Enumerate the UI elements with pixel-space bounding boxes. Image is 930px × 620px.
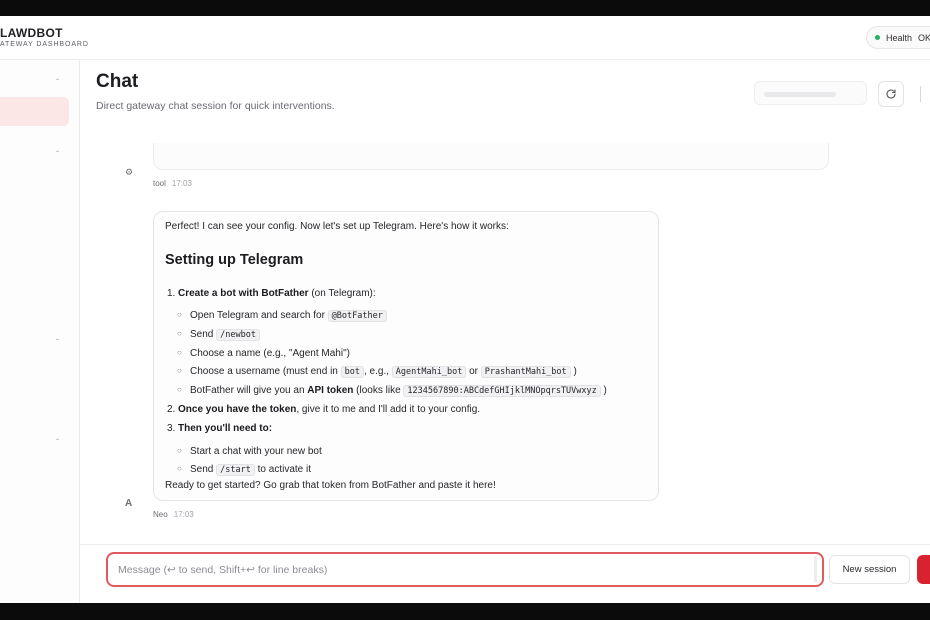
brand-subtitle: ATEWAY DASHBOARD	[0, 41, 89, 48]
new-session-button[interactable]: New session	[829, 555, 910, 584]
text: or	[466, 366, 481, 377]
inline-code: /newbot	[216, 329, 260, 341]
sidebar: - - - -	[0, 60, 80, 603]
health-label: Health	[886, 32, 913, 43]
step-rest: (on Telegram):	[308, 288, 376, 299]
step-number: 3.	[167, 423, 176, 434]
text: BotFather will give you an	[190, 385, 308, 396]
health-status-dot-icon	[875, 35, 880, 40]
inline-code: 1234567890:ABCdefGHIjklMNOpqrsTUVwxyz	[403, 385, 601, 397]
session-select[interactable]	[754, 81, 867, 105]
text: to activate it	[254, 464, 311, 475]
bullet-icon: ○	[177, 329, 182, 338]
assistant-avatar: A	[125, 498, 133, 509]
step-text: Create a bot with BotFather (on Telegram…	[178, 288, 376, 299]
sidebar-section-toggle[interactable]: -	[56, 146, 59, 156]
page-subtitle: Direct gateway chat session for quick in…	[96, 100, 335, 112]
message-author: Neo	[153, 510, 168, 519]
input-resize-handle[interactable]	[814, 556, 817, 582]
page-title: Chat	[96, 71, 139, 92]
tool-message-bubble	[153, 143, 829, 170]
tool-avatar-gear-icon: ⚙	[125, 167, 134, 177]
health-value: OK	[918, 32, 930, 43]
text: , e.g.,	[364, 366, 392, 377]
message-time: 17:03	[171, 179, 192, 188]
bullet-icon: ○	[177, 464, 182, 473]
sidebar-item-chat[interactable]	[0, 97, 69, 126]
sidebar-section-toggle[interactable]: -	[56, 334, 59, 344]
inline-code: bot	[340, 366, 364, 378]
message-outro: Ready to get started? Go grab that token…	[165, 480, 496, 491]
step-bold: Once you have the token	[178, 404, 297, 415]
text: )	[600, 385, 607, 396]
bullet-text: Start a chat with your new bot	[190, 446, 322, 457]
refresh-button[interactable]	[878, 81, 904, 107]
bullet-icon: ○	[177, 348, 182, 357]
tool-message-meta: tool 17:03	[153, 179, 192, 188]
refresh-icon	[886, 89, 896, 99]
inline-code: PrashantMahi_bot	[480, 366, 571, 378]
inline-code: /start	[216, 464, 255, 476]
bullet-text: Open Telegram and search for @BotFather	[190, 310, 387, 322]
bold-text: API token	[307, 385, 354, 396]
bullet-text: BotFather will give you an API token (lo…	[190, 385, 607, 397]
text: Send	[190, 464, 217, 475]
header-divider	[920, 86, 921, 102]
brand-title: LAWDBOT	[0, 26, 63, 40]
bullet-text: Choose a name (e.g., "Agent Mahi")	[190, 348, 350, 359]
assistant-message-bubble: Perfect! I can see your config. Now let'…	[153, 211, 659, 501]
text: (looks like	[353, 385, 404, 396]
step-rest: , give it to me and I'll add it to your …	[296, 404, 481, 415]
app-window: LAWDBOT ATEWAY DASHBOARD Health OK - - -…	[0, 16, 930, 603]
bullet-icon: ○	[177, 446, 182, 455]
bullet-icon: ○	[177, 310, 182, 319]
step-bold: Create a bot with BotFather	[178, 288, 309, 299]
send-button[interactable]	[917, 555, 930, 584]
top-bar: LAWDBOT ATEWAY DASHBOARD Health OK	[0, 16, 930, 60]
message-input[interactable]	[106, 552, 824, 587]
bullet-text: Send /start to activate it	[190, 464, 311, 476]
message-heading: Setting up Telegram	[165, 252, 304, 268]
assistant-message-meta: Neo 17:03	[153, 510, 194, 519]
text: Open Telegram and search for	[190, 310, 328, 321]
step-bold: Then you'll need to:	[178, 423, 273, 434]
step-text: Then you'll need to:	[178, 423, 272, 434]
sidebar-section-toggle[interactable]: -	[56, 74, 59, 84]
bullet-icon: ○	[177, 366, 182, 375]
step-number: 2.	[167, 404, 176, 415]
bullet-text: Choose a username (must end in bot, e.g.…	[190, 366, 577, 378]
message-intro: Perfect! I can see your config. Now let'…	[165, 221, 509, 232]
inline-code: @BotFather	[327, 310, 387, 322]
text: Send	[190, 329, 217, 340]
step-number: 1.	[167, 288, 176, 299]
text: Choose a username (must end in	[190, 366, 341, 377]
session-select-value	[764, 92, 836, 97]
message-time: 17:03	[173, 510, 194, 519]
inline-code: AgentMahi_bot	[391, 366, 467, 378]
text: )	[570, 366, 577, 377]
sidebar-section-toggle[interactable]: -	[56, 434, 59, 444]
step-text: Once you have the token, give it to me a…	[178, 404, 480, 415]
bullet-text: Send /newbot	[190, 329, 260, 341]
bullet-icon: ○	[177, 385, 182, 394]
health-badge[interactable]: Health OK	[866, 26, 930, 49]
message-author: tool	[153, 179, 166, 188]
